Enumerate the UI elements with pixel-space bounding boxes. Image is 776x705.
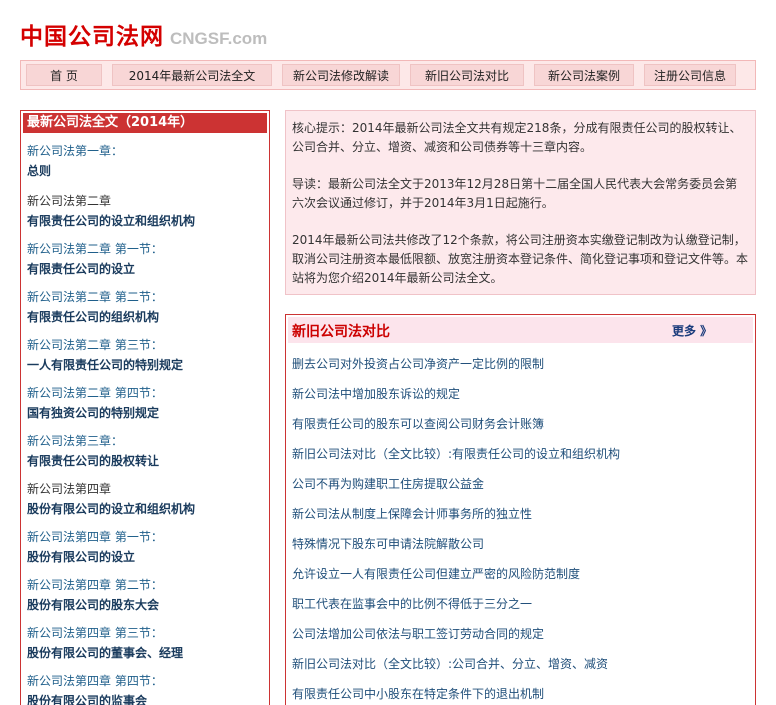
comparison-link[interactable]: 特殊情况下股东可申请法院解散公司 bbox=[292, 529, 755, 559]
site-header: 中国公司法网 CNGSF.com bbox=[20, 18, 267, 52]
chapter-title[interactable]: 股份有限公司的监事会 bbox=[27, 692, 269, 705]
chapter-item: 新公司法第三章： 有限责任公司的股权转让 bbox=[21, 433, 269, 470]
chapter-title[interactable]: 有限责任公司的设立和组织机构 bbox=[27, 212, 269, 230]
nav-home[interactable]: 首 页 bbox=[26, 64, 102, 86]
comparison-link[interactable]: 允许设立一人有限责任公司但建立严密的风险防范制度 bbox=[292, 559, 755, 589]
chapter-title[interactable]: 有限责任公司的设立 bbox=[27, 260, 269, 278]
nav-registration-info[interactable]: 注册公司信息 bbox=[644, 64, 736, 86]
nav-cases[interactable]: 新公司法案例 bbox=[534, 64, 634, 86]
comparison-link[interactable]: 新公司法从制度上保障会计师事务所的独立性 bbox=[292, 499, 755, 529]
intro-notice-box: 核心提示：2014年最新公司法全文共有规定218条，分成有限责任公司的股权转让、… bbox=[285, 110, 756, 295]
chapter-label[interactable]: 新公司法第二章 第四节： bbox=[27, 385, 269, 401]
chapter-title[interactable]: 一人有限责任公司的特别规定 bbox=[27, 356, 269, 374]
comparison-link[interactable]: 有限责任公司的股东可以查阅公司财务会计账簿 bbox=[292, 409, 755, 439]
chapter-label[interactable]: 新公司法第四章 第四节： bbox=[27, 673, 269, 689]
chapter-title[interactable]: 国有独资公司的特别规定 bbox=[27, 404, 269, 422]
chapter-label: 新公司法第二章 bbox=[27, 194, 112, 208]
comparison-link[interactable]: 公司法增加公司依法与职工签订劳动合同的规定 bbox=[292, 619, 755, 649]
chapter-label[interactable]: 新公司法第二章 第二节： bbox=[27, 289, 269, 305]
sidebar-title: 最新公司法全文（2014年） bbox=[23, 113, 267, 133]
comparison-panel: 新旧公司法对比 更多 》 删去公司对外投资占公司净资产一定比例的限制 新公司法中… bbox=[285, 314, 756, 705]
comparison-link[interactable]: 公司不再为购建职工住房提取公益金 bbox=[292, 469, 755, 499]
notice-summary: 2014年最新公司法共修改了12个条款，将公司注册资本实缴登记制改为认缴登记制，… bbox=[292, 233, 749, 285]
notice-guide: 导读：最新公司法全文于2013年12月28日第十二届全国人民代表大会常务委员会第… bbox=[292, 177, 738, 210]
comparison-header: 新旧公司法对比 更多 》 bbox=[288, 317, 753, 343]
chapter-title[interactable]: 总则 bbox=[27, 162, 269, 180]
chapter-item: 新公司法第四章 第二节： 股份有限公司的股东大会 bbox=[21, 577, 269, 614]
chapter-label[interactable]: 新公司法第四章 第二节： bbox=[27, 577, 269, 593]
chapter-label[interactable]: 新公司法第二章 第一节： bbox=[27, 241, 269, 257]
comparison-link[interactable]: 新公司法中增加股东诉讼的规定 bbox=[292, 379, 755, 409]
chapter-title[interactable]: 股份有限公司的设立和组织机构 bbox=[27, 500, 269, 518]
chapter-title[interactable]: 股份有限公司的设立 bbox=[27, 548, 269, 566]
chapter-label: 新公司法第四章 bbox=[27, 482, 112, 496]
comparison-link[interactable]: 职工代表在监事会中的比例不得低于三分之一 bbox=[292, 589, 755, 619]
chapter-item: 新公司法第二章 第四节： 国有独资公司的特别规定 bbox=[21, 385, 269, 422]
comparison-link[interactable]: 删去公司对外投资占公司净资产一定比例的限制 bbox=[292, 349, 755, 379]
chapter-item: 新公司法第二章 第一节： 有限责任公司的设立 bbox=[21, 241, 269, 278]
sidebar-chapters: 最新公司法全文（2014年） 新公司法第一章： 总则 新公司法第二章 有限责任公… bbox=[20, 110, 270, 705]
chapter-label[interactable]: 新公司法第二章 第三节： bbox=[27, 337, 269, 353]
comparison-list: 删去公司对外投资占公司净资产一定比例的限制 新公司法中增加股东诉讼的规定 有限责… bbox=[286, 349, 755, 705]
chapter-title[interactable]: 有限责任公司的股权转让 bbox=[27, 452, 269, 470]
chapter-item: 新公司法第二章 有限责任公司的设立和组织机构 bbox=[21, 193, 269, 230]
nav-old-new-comparison[interactable]: 新旧公司法对比 bbox=[410, 64, 524, 86]
chapter-label[interactable]: 新公司法第四章 第一节： bbox=[27, 529, 269, 545]
chapter-item: 新公司法第二章 第二节： 有限责任公司的组织机构 bbox=[21, 289, 269, 326]
chapter-title[interactable]: 股份有限公司的董事会、经理 bbox=[27, 644, 269, 662]
chapter-item: 新公司法第四章 第四节： 股份有限公司的监事会 bbox=[21, 673, 269, 705]
comparison-link[interactable]: 新旧公司法对比（全文比较）:有限责任公司的设立和组织机构 bbox=[292, 439, 755, 469]
chapter-item: 新公司法第四章 第三节： 股份有限公司的董事会、经理 bbox=[21, 625, 269, 662]
more-link[interactable]: 更多 》 bbox=[672, 322, 712, 339]
chapter-title[interactable]: 股份有限公司的股东大会 bbox=[27, 596, 269, 614]
nav-full-text[interactable]: 2014年最新公司法全文 bbox=[112, 64, 272, 86]
chapter-label[interactable]: 新公司法第三章： bbox=[27, 433, 269, 449]
chapter-item: 新公司法第二章 第三节： 一人有限责任公司的特别规定 bbox=[21, 337, 269, 374]
comparison-link[interactable]: 有限责任公司中小股东在特定条件下的退出机制 bbox=[292, 679, 755, 705]
chapter-item: 新公司法第四章 第一节： 股份有限公司的设立 bbox=[21, 529, 269, 566]
site-logo-cn[interactable]: 中国公司法网 bbox=[20, 22, 164, 52]
chapter-item: 新公司法第一章： 总则 bbox=[21, 143, 269, 180]
main-nav: 首 页 2014年最新公司法全文 新公司法修改解读 新旧公司法对比 新公司法案例… bbox=[20, 60, 756, 90]
chapter-title[interactable]: 有限责任公司的组织机构 bbox=[27, 308, 269, 326]
nav-revision-interpretation[interactable]: 新公司法修改解读 bbox=[282, 64, 400, 86]
chapter-label[interactable]: 新公司法第一章： bbox=[27, 143, 269, 159]
chapter-item: 新公司法第四章 股份有限公司的设立和组织机构 bbox=[21, 481, 269, 518]
comparison-title: 新旧公司法对比 bbox=[292, 324, 390, 340]
chapter-label[interactable]: 新公司法第四章 第三节： bbox=[27, 625, 269, 641]
site-logo-en: CNGSF.com bbox=[170, 29, 268, 48]
notice-key-points: 核心提示：2014年最新公司法全文共有规定218条，分成有限责任公司的股权转让、… bbox=[292, 121, 742, 154]
comparison-link[interactable]: 新旧公司法对比（全文比较）:公司合并、分立、增资、减资 bbox=[292, 649, 755, 679]
